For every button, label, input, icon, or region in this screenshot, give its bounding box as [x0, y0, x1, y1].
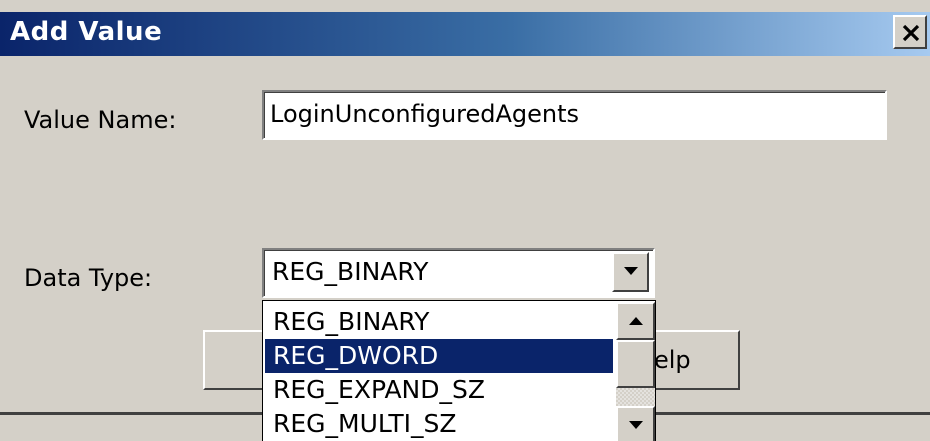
- data-type-dropdown-button[interactable]: [612, 252, 649, 292]
- chevron-down-icon: [624, 267, 638, 275]
- close-button[interactable]: [893, 15, 927, 49]
- list-item[interactable]: REG_DWORD: [265, 339, 613, 373]
- list-item[interactable]: REG_MULTI_SZ: [265, 407, 613, 441]
- list-item[interactable]: REG_BINARY: [265, 305, 613, 339]
- scroll-up-arrow-icon: [629, 317, 643, 325]
- value-name-text: LoginUnconfiguredAgents: [270, 100, 580, 128]
- value-name-input[interactable]: LoginUnconfiguredAgents: [262, 90, 887, 140]
- scroll-down-button[interactable]: [616, 406, 655, 441]
- value-name-label: Value Name:: [24, 106, 177, 134]
- list-item[interactable]: REG_EXPAND_SZ: [265, 373, 613, 407]
- dialog-title: Add Value: [10, 17, 163, 47]
- data-type-selected-text: REG_BINARY: [272, 257, 429, 286]
- help-button-label: elp: [654, 346, 691, 374]
- title-bar[interactable]: Add Value: [0, 12, 930, 56]
- divider-line: [656, 412, 930, 415]
- add-value-dialog: Add Value Value Name: LoginUnconfiguredA…: [0, 0, 930, 441]
- close-x-icon: [902, 24, 920, 42]
- data-type-dropdown-list[interactable]: REG_BINARY REG_DWORD REG_EXPAND_SZ REG_M…: [262, 300, 656, 441]
- data-type-combobox[interactable]: REG_BINARY: [262, 248, 655, 298]
- scroll-up-button[interactable]: [616, 302, 655, 340]
- list-scrollbar[interactable]: [616, 302, 655, 441]
- scroll-thumb[interactable]: [616, 340, 655, 388]
- divider-line: [0, 412, 262, 415]
- data-type-label: Data Type:: [24, 264, 153, 292]
- scroll-down-arrow-icon: [629, 421, 643, 429]
